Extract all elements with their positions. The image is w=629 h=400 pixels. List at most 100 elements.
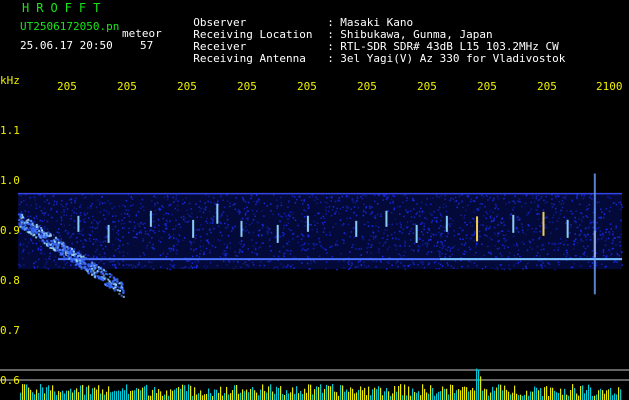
noise-dot: [171, 196, 174, 198]
activity-bar: [472, 387, 474, 400]
activity-bar: [588, 384, 590, 400]
noise-dot: [365, 266, 368, 268]
activity-bar: [192, 395, 194, 400]
noise-dot: [508, 201, 510, 204]
activity-bar: [580, 386, 582, 400]
noise-dot: [138, 231, 141, 234]
noise-dot: [497, 232, 499, 235]
noise-dot: [331, 245, 333, 247]
decay-streak-dot: [93, 262, 96, 265]
decay-streak-dot: [75, 252, 78, 255]
noise-dot: [142, 240, 144, 242]
activity-bar: [480, 376, 482, 400]
noise-dot: [491, 238, 493, 241]
noise-dot: [566, 253, 569, 256]
noise-dot: [261, 242, 263, 245]
noise-dot: [22, 257, 24, 260]
activity-bar: [130, 390, 132, 400]
station-value: 3el Yagi(V) Az 330 for Vladivostok: [340, 52, 566, 65]
noise-dot: [465, 251, 467, 253]
noise-dot: [82, 246, 84, 248]
noise-dot: [329, 231, 331, 234]
noise-dot: [259, 264, 261, 267]
noise-dot: [347, 261, 349, 264]
noise-dot: [33, 217, 35, 219]
noise-dot: [439, 234, 442, 236]
noise-dot: [240, 243, 242, 245]
noise-dot: [539, 230, 541, 233]
noise-dot: [50, 207, 53, 210]
noise-dot: [494, 207, 496, 210]
noise-dot: [533, 231, 535, 233]
noise-dot: [183, 237, 186, 239]
activity-bar: [220, 386, 222, 400]
noise-dot: [368, 239, 370, 241]
noise-dot: [323, 221, 326, 223]
noise-dot: [604, 231, 607, 234]
noise-dot: [83, 245, 86, 248]
noise-dot: [489, 251, 491, 254]
noise-dot: [226, 215, 229, 217]
noise-dot: [122, 264, 125, 266]
decay-streak-dot: [77, 255, 80, 257]
noise-dot: [46, 261, 48, 263]
noise-dot: [138, 225, 141, 228]
noise-dot: [582, 245, 585, 248]
noise-dot: [442, 246, 444, 248]
noise-dot: [440, 194, 443, 197]
noise-dot: [412, 262, 414, 264]
noise-dot: [615, 227, 617, 229]
noise-dot: [445, 210, 448, 213]
noise-dot: [475, 246, 477, 248]
noise-dot: [141, 266, 144, 268]
noise-dot: [283, 233, 286, 235]
noise-dot: [178, 223, 181, 226]
noise-dot: [301, 262, 303, 264]
noise-dot: [581, 220, 583, 223]
noise-dot: [398, 230, 400, 232]
noise-dot: [71, 243, 73, 246]
noise-dot: [602, 236, 604, 238]
decay-streak-dot: [65, 257, 68, 260]
noise-dot: [512, 209, 514, 211]
noise-dot: [453, 230, 455, 232]
noise-dot: [413, 249, 415, 252]
activity-bar: [190, 385, 192, 400]
activity-bar: [200, 390, 202, 400]
noise-dot: [433, 210, 435, 213]
noise-dot: [316, 198, 319, 200]
noise-dot: [281, 216, 283, 218]
noise-dot: [375, 235, 377, 237]
noise-dot: [503, 247, 506, 249]
noise-dot: [230, 230, 233, 232]
decay-streak-dot: [61, 250, 64, 253]
activity-bar: [536, 387, 538, 400]
activity-bar: [314, 389, 316, 400]
noise-dot: [616, 253, 619, 256]
noise-dot: [63, 267, 65, 269]
noise-dot: [558, 201, 560, 203]
activity-bar: [482, 390, 484, 400]
noise-dot: [221, 234, 223, 237]
activity-bar: [528, 395, 530, 400]
noise-dot: [548, 263, 551, 265]
decay-streak-dot: [57, 241, 60, 244]
noise-dot: [171, 260, 174, 262]
noise-dot: [229, 242, 231, 244]
noise-dot: [360, 248, 363, 250]
noise-dot: [23, 264, 25, 266]
noise-dot: [390, 198, 393, 201]
noise-dot: [372, 260, 375, 262]
noise-dot: [115, 238, 117, 240]
noise-dot: [531, 228, 533, 230]
noise-dot: [616, 261, 618, 263]
noise-dot: [20, 211, 23, 213]
noise-dot: [519, 201, 521, 203]
activity-bar: [74, 389, 76, 400]
noise-dot: [325, 213, 327, 215]
noise-dot: [29, 238, 32, 240]
meteor-ping: [476, 216, 479, 242]
activity-bar: [204, 394, 206, 400]
noise-dot: [614, 260, 617, 262]
activity-bar: [196, 394, 198, 400]
